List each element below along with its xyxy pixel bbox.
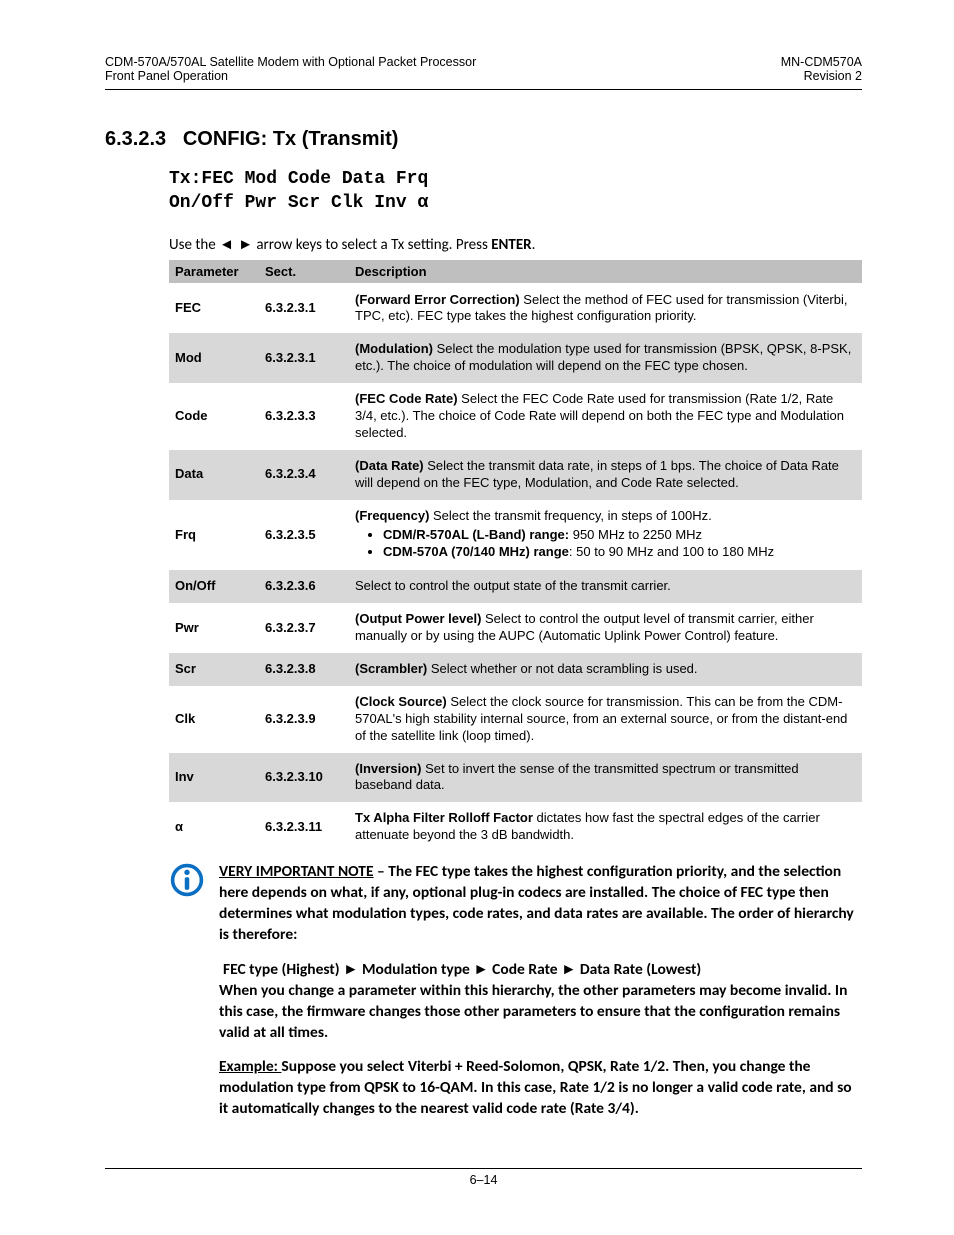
header-left-line1: CDM-570A/570AL Satellite Modem with Opti… — [105, 55, 476, 69]
arrow-keys-icon: ◄ ► — [219, 236, 253, 253]
cell-desc: (Inversion) Set to invert the sense of t… — [349, 753, 862, 803]
header-right-line2: Revision 2 — [781, 69, 862, 83]
table-row: Pwr6.3.2.3.7(Output Power level) Select … — [169, 603, 862, 653]
cell-sect: 6.3.2.3.10 — [259, 753, 349, 803]
th-section: Sect. — [259, 260, 349, 284]
page-header: CDM-570A/570AL Satellite Modem with Opti… — [105, 55, 862, 83]
table-row: Frq6.3.2.3.5(Frequency) Select the trans… — [169, 500, 862, 571]
cell-desc: (Modulation) Select the modulation type … — [349, 333, 862, 383]
table-row: FEC6.3.2.3.1(Forward Error Correction) S… — [169, 283, 862, 333]
cell-param: On/Off — [169, 570, 259, 603]
note-label: VERY IMPORTANT NOTE — [219, 862, 374, 881]
section-heading: 6.3.2.3 CONFIG: Tx (Transmit) — [105, 128, 862, 151]
cell-desc: (Clock Source) Select the clock source f… — [349, 686, 862, 753]
header-left-line2: Front Panel Operation — [105, 69, 476, 83]
cell-desc: (FEC Code Rate) Select the FEC Code Rate… — [349, 383, 862, 450]
cell-sect: 6.3.2.3.9 — [259, 686, 349, 753]
table-row: Clk6.3.2.3.9(Clock Source) Select the cl… — [169, 686, 862, 753]
cell-param: Data — [169, 450, 259, 500]
cell-param: Pwr — [169, 603, 259, 653]
cell-sect: 6.3.2.3.7 — [259, 603, 349, 653]
cell-param: α — [169, 802, 259, 852]
page-footer: 6–14 — [105, 1168, 862, 1187]
cell-sect: 6.3.2.3.11 — [259, 802, 349, 852]
table-row: α6.3.2.3.11Tx Alpha Filter Rolloff Facto… — [169, 802, 862, 852]
cell-desc: (Data Rate) Select the transmit data rat… — [349, 450, 862, 500]
table-row: On/Off6.3.2.3.6Select to control the out… — [169, 570, 862, 603]
table-row: Scr6.3.2.3.8(Scrambler) Select whether o… — [169, 653, 862, 686]
cell-desc: (Output Power level) Select to control t… — [349, 603, 862, 653]
header-right-line1: MN-CDM570A — [781, 55, 862, 69]
note-paragraph-1: VERY IMPORTANT NOTE – The FEC type takes… — [219, 862, 862, 946]
cell-desc: Tx Alpha Filter Rolloff Factor dictates … — [349, 802, 862, 852]
cell-desc: Select to control the output state of th… — [349, 570, 862, 603]
important-note: VERY IMPORTANT NOTE – The FEC type takes… — [169, 862, 862, 1134]
note-paragraph-3: Example: Suppose you select Viterbi + Re… — [219, 1057, 862, 1120]
parameter-table: Parameter Sect. Description FEC6.3.2.3.1… — [169, 260, 862, 852]
cell-param: Mod — [169, 333, 259, 383]
lcd-line1: Tx:FEC Mod Code Data Frq — [169, 167, 862, 191]
cell-sect: 6.3.2.3.1 — [259, 333, 349, 383]
enter-key-label: ENTER — [491, 236, 531, 254]
instruction-text: Use the ◄ ► arrow keys to select a Tx se… — [169, 236, 862, 254]
table-row: Inv6.3.2.3.10(Inversion) Set to invert t… — [169, 753, 862, 803]
header-rule — [105, 89, 862, 90]
th-description: Description — [349, 260, 862, 284]
note-hierarchy: FEC type (Highest) ► Modulation type ► C… — [223, 960, 701, 979]
cell-desc: (Frequency) Select the transmit frequenc… — [349, 500, 862, 571]
lcd-display: Tx:FEC Mod Code Data Frq On/Off Pwr Scr … — [169, 167, 862, 216]
note-paragraph-2: FEC type (Highest) ► Modulation type ► C… — [219, 960, 862, 1044]
section-number: 6.3.2.3 — [105, 128, 166, 150]
lcd-line2: On/Off Pwr Scr Clk Inv α — [169, 191, 862, 215]
page-number: 6–14 — [470, 1173, 498, 1187]
cell-param: Code — [169, 383, 259, 450]
table-row: Data6.3.2.3.4(Data Rate) Select the tran… — [169, 450, 862, 500]
cell-param: FEC — [169, 283, 259, 333]
cell-sect: 6.3.2.3.8 — [259, 653, 349, 686]
cell-sect: 6.3.2.3.3 — [259, 383, 349, 450]
cell-desc: (Forward Error Correction) Select the me… — [349, 283, 862, 333]
cell-sect: 6.3.2.3.4 — [259, 450, 349, 500]
cell-param: Scr — [169, 653, 259, 686]
info-icon — [169, 862, 205, 1134]
note-example-label: Example: — [219, 1057, 281, 1076]
th-parameter: Parameter — [169, 260, 259, 284]
table-row: Mod6.3.2.3.1(Modulation) Select the modu… — [169, 333, 862, 383]
table-row: Code6.3.2.3.3(FEC Code Rate) Select the … — [169, 383, 862, 450]
cell-param: Clk — [169, 686, 259, 753]
section-title: CONFIG: Tx (Transmit) — [183, 128, 399, 150]
cell-sect: 6.3.2.3.6 — [259, 570, 349, 603]
cell-sect: 6.3.2.3.5 — [259, 500, 349, 571]
cell-sect: 6.3.2.3.1 — [259, 283, 349, 333]
cell-param: Frq — [169, 500, 259, 571]
cell-param: Inv — [169, 753, 259, 803]
cell-desc: (Scrambler) Select whether or not data s… — [349, 653, 862, 686]
